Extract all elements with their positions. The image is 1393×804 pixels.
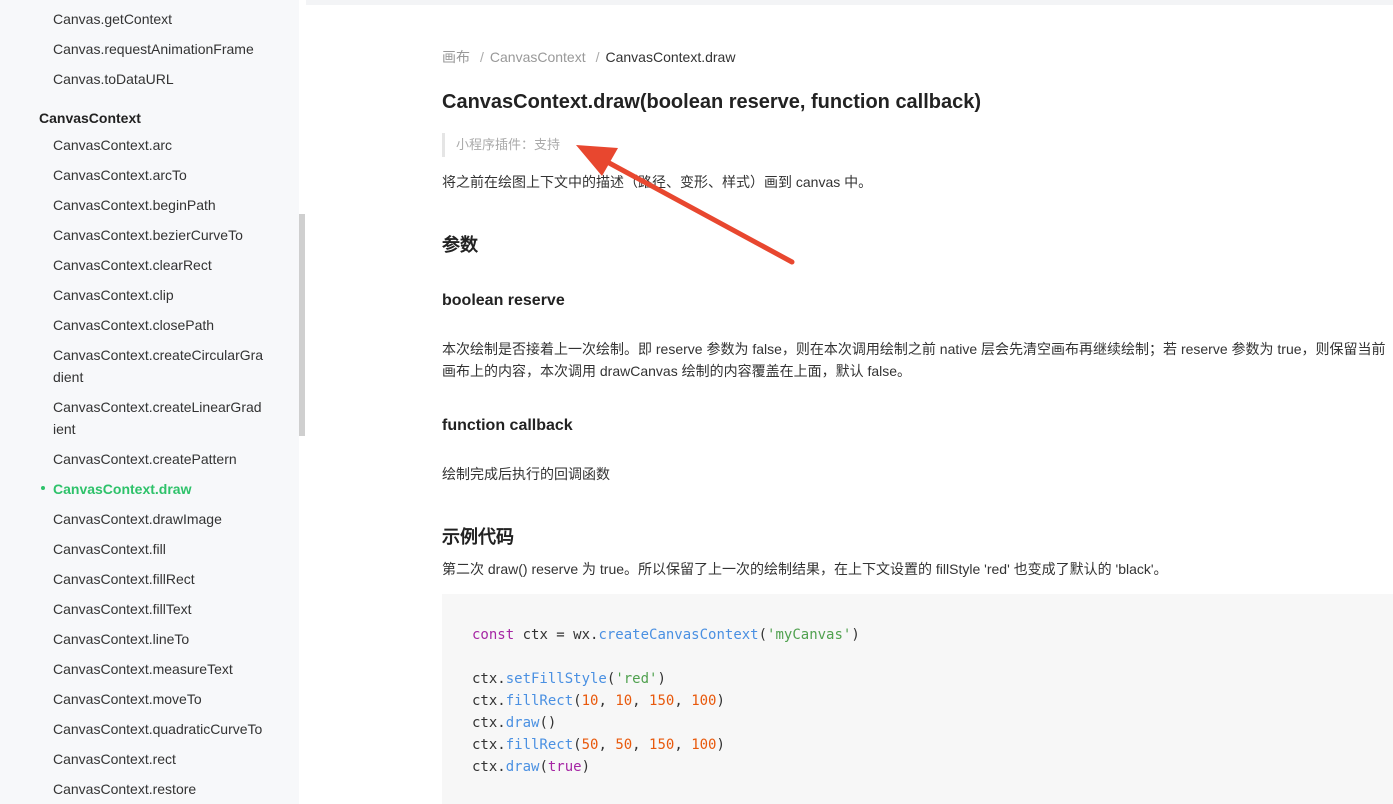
code-number: 150: [649, 737, 675, 753]
sidebar-item-label-line1: CanvasContext.createCircularGra: [53, 347, 264, 363]
params-heading: 参数: [442, 235, 478, 255]
sidebar-item-createcirculargradient[interactable]: CanvasContext.createCircularGra dient: [53, 344, 283, 388]
sidebar-group-title[interactable]: CanvasContext: [39, 110, 141, 126]
code-text: ctx.: [472, 671, 506, 687]
code-function: fillRect: [505, 693, 574, 709]
code-text: ctx.: [472, 737, 506, 753]
sidebar-item-createlineargradient[interactable]: CanvasContext.createLinearGrad ient: [53, 396, 283, 440]
breadcrumb-root[interactable]: 画布: [442, 49, 470, 65]
code-text: ctx = wx.: [514, 627, 599, 643]
sidebar-nav: Canvas.getContext Canvas.requestAnimatio…: [0, 0, 299, 804]
sidebar-item-fill[interactable]: CanvasContext.fill: [53, 538, 283, 560]
sidebar-item-lineto[interactable]: CanvasContext.lineTo: [53, 628, 283, 650]
code-number: 100: [691, 737, 717, 753]
sidebar-item-draw-active[interactable]: CanvasContext.draw: [53, 478, 283, 500]
sidebar-item-canvas-requestanimationframe[interactable]: Canvas.requestAnimationFrame: [53, 38, 283, 60]
code-function: draw: [505, 759, 540, 775]
sidebar-item-restore[interactable]: CanvasContext.restore: [53, 778, 283, 800]
code-text: ctx.: [472, 715, 506, 731]
code-line-6: ctx.draw(true): [472, 759, 591, 775]
sidebar-item-clearrect[interactable]: CanvasContext.clearRect: [53, 254, 283, 276]
param-reserve-desc-line1: 本次绘制是否接着上一次绘制。即 reserve 参数为 false，则在本次调用…: [442, 341, 1386, 357]
sidebar-item-arcto[interactable]: CanvasContext.arcTo: [53, 164, 283, 186]
code-number: 10: [615, 693, 633, 709]
breadcrumb-parent[interactable]: CanvasContext: [490, 49, 586, 65]
breadcrumb-current: CanvasContext.draw: [605, 49, 736, 65]
code-punct: (: [758, 627, 768, 643]
code-function: draw: [505, 715, 540, 731]
sidebar-item-label-line2: ient: [53, 421, 76, 437]
code-text: ctx.: [472, 693, 506, 709]
param-reserve-desc-line2: 画布上的内容，本次调用 drawCanvas 绘制的内容覆盖在上面，默认 fal…: [442, 363, 912, 379]
code-line-2: ctx.setFillStyle('red'): [472, 671, 666, 687]
code-number: 50: [581, 737, 599, 753]
example-desc: 第二次 draw() reserve 为 true。所以保留了上一次的绘制结果，…: [442, 561, 1168, 577]
param-reserve-heading: boolean reserve: [442, 292, 565, 309]
code-line-5: ctx.fillRect(50, 50, 150, 100): [472, 737, 725, 753]
sidebar-item-clip[interactable]: CanvasContext.clip: [53, 284, 283, 306]
sidebar-item-rect[interactable]: CanvasContext.rect: [53, 748, 283, 770]
code-line-4: ctx.draw(): [472, 715, 557, 731]
code-punct: ): [851, 627, 860, 643]
code-number: 100: [691, 693, 717, 709]
active-indicator-dot: [41, 486, 45, 490]
code-keyword: true: [547, 759, 582, 775]
sidebar-item-filltext[interactable]: CanvasContext.fillText: [53, 598, 283, 620]
sidebar-item-canvas-todataurl[interactable]: Canvas.toDataURL: [53, 68, 283, 90]
sidebar-item-quadraticcurveto[interactable]: CanvasContext.quadraticCurveTo: [53, 718, 283, 740]
sidebar-item-beginpath[interactable]: CanvasContext.beginPath: [53, 194, 283, 216]
sidebar-item-createpattern[interactable]: CanvasContext.createPattern: [53, 448, 283, 470]
code-keyword: const: [472, 627, 515, 643]
annotation-arrow-icon: [576, 145, 795, 265]
code-text: ctx.: [472, 759, 506, 775]
sidebar-item-moveto[interactable]: CanvasContext.moveTo: [53, 688, 283, 710]
sidebar-item-beziercurveto[interactable]: CanvasContext.bezierCurveTo: [53, 224, 283, 246]
sidebar-item-fillrect[interactable]: CanvasContext.fillRect: [53, 568, 283, 590]
page-title: CanvasContext.draw(boolean reserve, func…: [442, 91, 982, 113]
sidebar-item-canvas-getcontext[interactable]: Canvas.getContext: [53, 8, 283, 30]
sidebar-item-label-line1: CanvasContext.createLinearGrad: [53, 399, 262, 415]
sidebar-item-label-line2: dient: [53, 369, 84, 385]
param-callback-heading: function callback: [442, 417, 573, 434]
sidebar-item-arc[interactable]: CanvasContext.arc: [53, 134, 283, 156]
param-callback-desc: 绘制完成后执行的回调函数: [442, 466, 610, 482]
code-string: 'red': [615, 671, 658, 687]
sidebar-item-measuretext[interactable]: CanvasContext.measureText: [53, 658, 283, 680]
code-function: createCanvasContext: [598, 627, 759, 643]
code-line-1: const ctx = wx.createCanvasContext('myCa…: [472, 624, 860, 646]
sidebar-item-drawimage[interactable]: CanvasContext.drawImage: [53, 508, 283, 530]
example-heading: 示例代码: [442, 527, 514, 547]
code-number: 10: [581, 693, 599, 709]
code-string: 'myCanvas': [767, 627, 852, 643]
breadcrumb: 画布 / CanvasContext / CanvasContext.draw: [442, 47, 735, 67]
breadcrumb-separator: /: [480, 49, 484, 65]
code-number: 50: [615, 737, 633, 753]
code-function: setFillStyle: [505, 671, 607, 687]
sidebar-scrollbar-thumb[interactable]: [299, 214, 305, 436]
sidebar-item-closepath[interactable]: CanvasContext.closePath: [53, 314, 283, 336]
code-line-3: ctx.fillRect(10, 10, 150, 100): [472, 693, 725, 709]
code-number: 150: [649, 693, 675, 709]
breadcrumb-separator: /: [595, 49, 600, 65]
support-note: 小程序插件：支持: [442, 133, 560, 157]
code-function: fillRect: [505, 737, 574, 753]
